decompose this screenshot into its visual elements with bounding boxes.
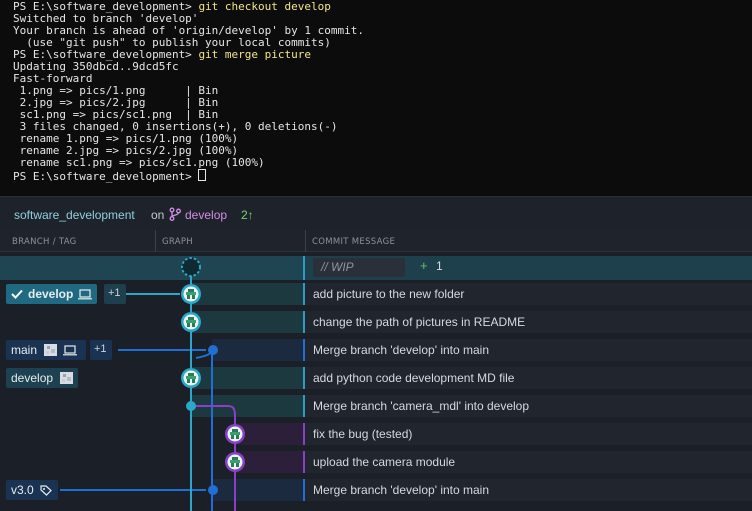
branch-ref-develop[interactable]: develop bbox=[6, 284, 97, 304]
graph-column-header[interactable]: GRAPH bbox=[162, 237, 193, 247]
branch-label: develop bbox=[28, 287, 74, 301]
check-icon bbox=[11, 289, 23, 299]
added-files-icon: + bbox=[420, 258, 428, 273]
repo-name[interactable]: software_development bbox=[14, 208, 135, 222]
tag-label: v3.0 bbox=[11, 483, 34, 497]
laptop-icon bbox=[78, 289, 92, 300]
commit-message: Merge branch 'develop' into main bbox=[313, 343, 490, 357]
commit-avatar-icon[interactable] bbox=[180, 311, 202, 338]
commit-message-column-header[interactable]: COMMIT MESSAGE bbox=[312, 237, 395, 247]
git-graph-panel: software_development on develop 2↑ BRANC… bbox=[0, 196, 752, 511]
on-label: on bbox=[151, 208, 165, 222]
commit-message: change the path of pictures in README bbox=[313, 315, 526, 329]
tag-icon bbox=[40, 485, 52, 496]
commit-message-cell: change the path of pictures in README bbox=[303, 311, 752, 333]
commit-message-cell: fix the bug (tested) bbox=[303, 423, 752, 445]
terminal-line: PS E:\software_development> bbox=[13, 169, 752, 183]
merge-node[interactable] bbox=[186, 401, 196, 411]
repo-bar: software_development on develop 2↑ bbox=[0, 196, 752, 230]
ref-extra-label: +1 bbox=[94, 343, 107, 355]
terminal-prompt: PS E:\software_development> bbox=[13, 170, 199, 183]
commit-message-cell: Merge branch 'develop' into main bbox=[303, 339, 752, 361]
ref-extra-count[interactable]: +1 bbox=[90, 340, 112, 360]
terminal-line: Updating 350dbcd..9dcd5fc bbox=[13, 61, 752, 73]
branch-label: main bbox=[11, 343, 38, 357]
commit-message-cell: Merge branch 'camera_mdl' into develop bbox=[303, 395, 752, 417]
column-divider[interactable] bbox=[305, 230, 306, 252]
git-branch-icon bbox=[169, 207, 181, 221]
branch-ref-main[interactable]: main bbox=[6, 340, 86, 360]
avatar-icon bbox=[225, 424, 245, 444]
terminal-command: git merge picture bbox=[198, 48, 312, 61]
laptop-icon bbox=[63, 345, 77, 356]
wip-summary-input[interactable]: // WIP bbox=[313, 258, 405, 277]
commit-message: upload the camera module bbox=[313, 455, 456, 469]
column-divider[interactable] bbox=[155, 230, 156, 252]
wip-node[interactable] bbox=[181, 257, 201, 277]
tag-ref-v3-0[interactable]: v3.0 bbox=[6, 480, 58, 500]
added-files-count: 1 bbox=[436, 259, 443, 273]
terminal-output: rename sc1.png => pics/sc1.png (100%) bbox=[13, 156, 265, 169]
avatar-icon bbox=[60, 372, 73, 384]
branch-ref-origin-develop[interactable]: develop bbox=[6, 368, 78, 388]
ref-extra-count[interactable]: +1 bbox=[104, 284, 126, 304]
commit-message: add picture to the new folder bbox=[313, 287, 465, 301]
commit-message: Merge branch 'camera_mdl' into develop bbox=[313, 399, 530, 413]
branch-label: develop bbox=[11, 371, 54, 385]
commit-message-cell: add python code development MD file bbox=[303, 367, 752, 389]
terminal-panel[interactable]: PS E:\software_development> git checkout… bbox=[0, 0, 752, 196]
column-header: BRANCH / TAG GRAPH COMMIT MESSAGE bbox=[0, 230, 752, 252]
current-branch[interactable]: develop bbox=[185, 208, 227, 222]
terminal-command: git checkout develop bbox=[198, 0, 331, 13]
merge-node[interactable] bbox=[208, 485, 218, 495]
commit-avatar-icon[interactable] bbox=[180, 283, 202, 310]
commit-message: add python code development MD file bbox=[313, 371, 515, 385]
wip-message-cell: // WIP + 1 bbox=[303, 256, 752, 280]
commit-message-cell: Merge branch 'develop' into main bbox=[303, 479, 752, 501]
ahead-count: 2↑ bbox=[241, 208, 254, 222]
merge-node[interactable] bbox=[208, 345, 218, 355]
terminal-line: rename sc1.png => pics/sc1.png (100%) bbox=[13, 157, 752, 169]
terminal-cursor[interactable] bbox=[198, 169, 207, 181]
avatar-icon bbox=[44, 344, 57, 356]
ref-extra-label: +1 bbox=[108, 287, 121, 299]
commit-message-cell: add picture to the new folder bbox=[303, 283, 752, 305]
branch-tag-column-header[interactable]: BRANCH / TAG bbox=[12, 237, 77, 247]
avatar-icon bbox=[181, 284, 201, 304]
commit-avatar-icon[interactable] bbox=[224, 423, 246, 450]
commit-avatar-icon[interactable] bbox=[224, 451, 246, 478]
wip-label: // WIP bbox=[321, 260, 354, 274]
avatar-icon bbox=[181, 312, 201, 332]
commit-message: fix the bug (tested) bbox=[313, 427, 413, 441]
commit-avatar-icon[interactable] bbox=[180, 367, 202, 394]
commit-message-cell: upload the camera module bbox=[303, 451, 752, 473]
avatar-icon bbox=[225, 452, 245, 472]
commit-message: Merge branch 'develop' into main bbox=[313, 483, 490, 497]
avatar-icon bbox=[181, 368, 201, 388]
commit-list: // WIP + 1 add picture to the new folder… bbox=[0, 256, 752, 511]
